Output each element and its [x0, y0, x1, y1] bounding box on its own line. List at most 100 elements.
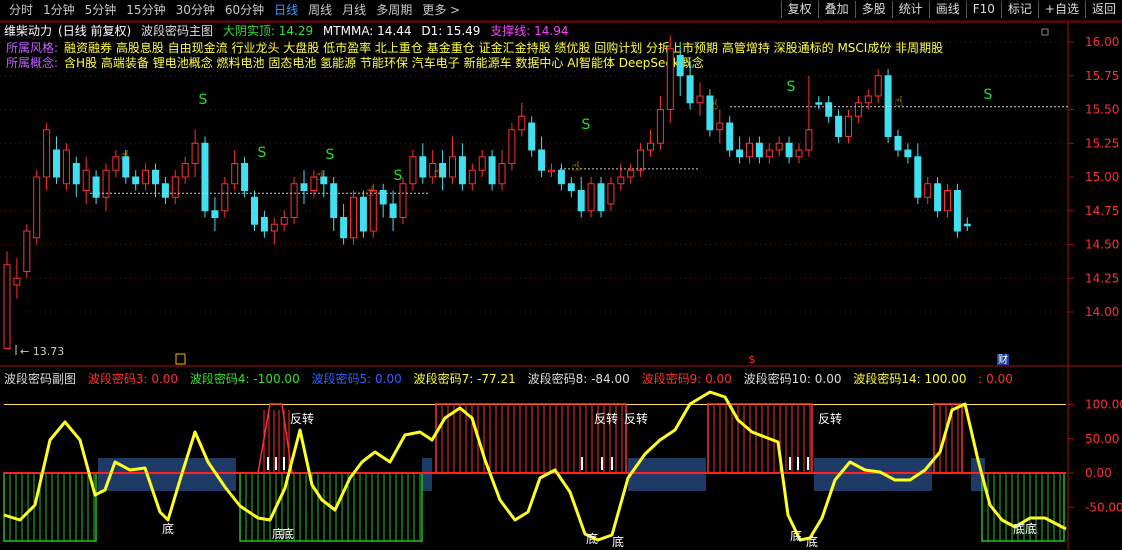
candle-body: [142, 169, 150, 185]
candle-body: [864, 95, 872, 104]
candle-body: [270, 223, 278, 232]
candle-body: [181, 163, 189, 178]
candle-body: [607, 183, 615, 205]
candle-body: [161, 183, 169, 198]
candle-body: [894, 136, 902, 151]
candle-body: [548, 169, 555, 173]
chart-canvas[interactable]: 16.00 15.75 15.50 15.25 15.00 14.75 14.50 14.25…: [0, 0, 1122, 550]
candle-body: [290, 183, 298, 218]
candle-body: [399, 183, 407, 218]
candle-body: [686, 75, 694, 104]
candle-body: [389, 203, 397, 218]
hand-marker-icon: ☝: [434, 165, 443, 181]
candle-body: [528, 122, 536, 151]
price-tick-label: 15.50: [1085, 103, 1119, 117]
candle-body: [577, 190, 585, 212]
candle-body: [241, 163, 249, 191]
candle-body: [647, 142, 654, 151]
reversal-label: 反转: [594, 411, 618, 426]
price-tick-label: 14.25: [1085, 271, 1119, 285]
candle-body: [746, 142, 753, 158]
candle-body: [884, 75, 892, 137]
candle-body: [904, 149, 912, 158]
bottom-label: 底: [1013, 521, 1025, 536]
candle-body: [359, 196, 367, 232]
price-tick-label: 16.00: [1085, 35, 1119, 49]
bottom-label: 底: [282, 526, 294, 541]
candle-body: [508, 129, 516, 164]
candle-body: [300, 183, 308, 191]
candle-body: [132, 176, 140, 185]
candle-body: [726, 122, 734, 151]
candle-body: [478, 156, 486, 171]
hand-marker-icon: ☝: [895, 94, 904, 110]
candle-body: [755, 142, 763, 158]
candle-body: [825, 102, 833, 117]
navy-band: [422, 458, 432, 491]
price-tick-label: 15.75: [1085, 69, 1119, 83]
candle-body: [835, 115, 843, 137]
candle-body: [765, 149, 773, 158]
sell-signal-S: S: [258, 145, 267, 161]
hand-marker-icon: ☝: [572, 159, 581, 175]
sub-tick-label: 0.00: [1085, 466, 1112, 480]
candle-body: [171, 176, 179, 198]
candle-body: [854, 102, 862, 117]
candle-body: [805, 129, 813, 151]
candle-body: [201, 142, 209, 212]
fin-marker: 财: [998, 353, 1008, 366]
candle-body: [251, 196, 258, 225]
candle-body: [637, 149, 645, 171]
candle-body: [92, 176, 100, 198]
candle-body: [567, 183, 575, 191]
reversal-label: 反转: [818, 411, 842, 426]
candle-body: [934, 183, 942, 212]
candle-body: [340, 217, 348, 239]
reversal-label: 反转: [624, 411, 648, 426]
low-price-label: ← 13.73: [20, 345, 64, 358]
hand-marker-icon: ☝: [710, 97, 719, 113]
bottom-label: 底: [586, 531, 598, 546]
candle-body: [627, 169, 635, 178]
candle-body: [43, 129, 51, 178]
candle-body: [409, 156, 417, 185]
candle-body: [23, 230, 31, 272]
candle-body: [676, 55, 684, 77]
candle-body: [488, 156, 496, 185]
candle-body: [963, 223, 971, 227]
candle-body: [280, 217, 288, 225]
price-tick-label: 14.75: [1085, 204, 1119, 218]
scroll-diamond: [1041, 28, 1049, 36]
candle-body: [260, 217, 268, 232]
red-hatch-frame: [707, 403, 813, 474]
candle-body: [795, 149, 803, 158]
candle-body: [736, 149, 744, 158]
bottom-label: 底: [790, 528, 802, 543]
sub-tick-label: 50.00: [1085, 432, 1119, 446]
candle-body: [775, 142, 783, 151]
candle-body: [716, 122, 724, 131]
candle-body: [152, 169, 159, 185]
hand-marker-icon: ☝: [366, 184, 375, 200]
bottom-label: 底: [162, 521, 174, 536]
candle-body: [518, 115, 526, 131]
candle-body: [538, 149, 546, 171]
candle-body: [379, 190, 387, 205]
price-tick-label: 15.25: [1085, 136, 1119, 150]
candle-body: [449, 156, 456, 178]
candle-body: [815, 102, 823, 105]
sub-tick-label: -50.00: [1085, 500, 1122, 514]
candle-body: [62, 149, 70, 185]
candle-body: [72, 163, 80, 185]
candle-body: [696, 95, 704, 104]
candle-body: [221, 183, 229, 212]
sell-signal-S: S: [787, 79, 796, 95]
candle-body: [597, 183, 605, 212]
candle-body: [3, 264, 11, 349]
candle-body: [112, 156, 120, 171]
candle-body: [231, 163, 239, 185]
bottom-label: 底: [1025, 521, 1037, 536]
candle-body: [468, 169, 476, 185]
bottom-label: 底: [806, 534, 818, 549]
hand-marker-icon: ☝: [316, 168, 325, 184]
